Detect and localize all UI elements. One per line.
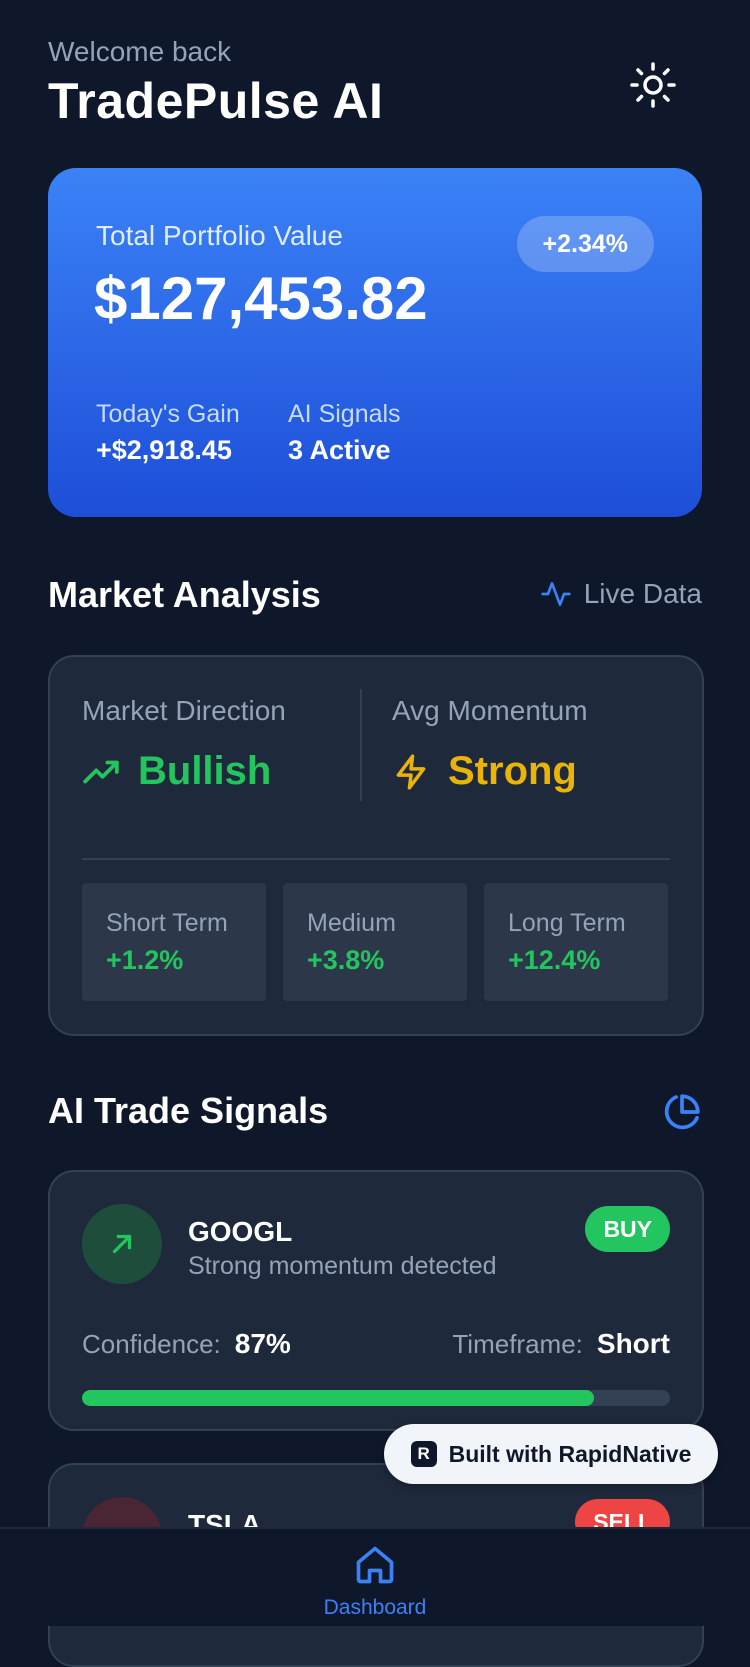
- signal-direction: [82, 1204, 162, 1284]
- term-value: +3.8%: [307, 945, 385, 975]
- timeframe-value: Short: [596, 1328, 670, 1359]
- term-long: Long Term +12.4%: [484, 883, 668, 1001]
- rapidnative-label: Built with RapidNative: [448, 1440, 692, 1467]
- theme-toggle-button[interactable]: [630, 62, 676, 108]
- arrow-up-right-icon: [112, 1234, 132, 1254]
- ai-signals-label: AI Signals: [288, 400, 401, 428]
- confidence-bar: [82, 1390, 670, 1406]
- signal-card[interactable]: GOOGL Strong momentum detected BUY Confi…: [48, 1170, 704, 1431]
- header: Welcome back TradePulse AI: [48, 36, 702, 130]
- term-label: Long Term: [508, 909, 626, 937]
- avg-momentum: Avg Momentum Strong: [392, 695, 588, 794]
- confidence-value: 87%: [234, 1328, 291, 1359]
- todays-gain-value: +$2,918.45: [96, 435, 232, 465]
- ai-signals-title: AI Trade Signals: [48, 1090, 329, 1131]
- portfolio-value: $127,453.82: [94, 265, 428, 332]
- live-data-indicator[interactable]: Live Data: [540, 578, 702, 610]
- sun-icon: [630, 62, 676, 108]
- lightning-icon: [396, 753, 426, 790]
- confidence-bar-fill: [82, 1390, 594, 1406]
- todays-gain: Today's Gain +$2,918.45: [96, 400, 240, 466]
- pie-chart-icon[interactable]: [662, 1092, 702, 1132]
- activity-icon: [541, 582, 571, 606]
- bottom-nav: Dashboard: [0, 1527, 750, 1626]
- rapidnative-logo-icon: R: [410, 1441, 437, 1467]
- term-short: Short Term +1.2%: [82, 883, 266, 1001]
- signal-action-badge: BUY: [585, 1206, 670, 1252]
- signal-meta: Confidence: 87% Timeframe: Short: [82, 1328, 670, 1360]
- signal-description: Strong momentum detected: [188, 1252, 497, 1280]
- rapidnative-badge[interactable]: R Built with RapidNative: [384, 1424, 718, 1484]
- todays-gain-label: Today's Gain: [96, 400, 240, 428]
- signal-ticker: GOOGL: [188, 1216, 293, 1247]
- term-value: +12.4%: [508, 945, 601, 975]
- welcome-text: Welcome back: [48, 36, 232, 67]
- term-medium: Medium +3.8%: [283, 883, 467, 1001]
- avg-momentum-label: Avg Momentum: [392, 695, 588, 726]
- page-title: TradePulse AI: [48, 73, 384, 129]
- market-analysis-title: Market Analysis: [48, 574, 321, 615]
- timeframe-label: Timeframe:: [452, 1329, 583, 1359]
- term-label: Medium: [307, 909, 396, 937]
- market-direction-value: Bullish: [138, 749, 272, 793]
- divider: [360, 689, 362, 801]
- market-analysis-card: Market Direction Bullish Avg Momentum St…: [48, 655, 704, 1036]
- term-value: +1.2%: [106, 945, 184, 975]
- live-data-label: Live Data: [583, 578, 702, 609]
- ai-signals-value: 3 Active: [288, 435, 391, 465]
- market-direction-label: Market Direction: [82, 695, 286, 726]
- portfolio-card[interactable]: Total Portfolio Value $127,453.82 +2.34%…: [48, 168, 702, 517]
- nav-label: Dashboard: [323, 1596, 427, 1619]
- term-label: Short Term: [106, 909, 228, 937]
- home-icon: [356, 1546, 394, 1584]
- nav-item-dashboard[interactable]: Dashboard: [320, 1543, 430, 1620]
- divider: [82, 858, 670, 860]
- portfolio-label: Total Portfolio Value: [96, 220, 343, 251]
- trending-up-icon: [83, 760, 119, 783]
- ai-signals-stat: AI Signals 3 Active: [288, 400, 401, 466]
- avg-momentum-value: Strong: [448, 749, 577, 793]
- portfolio-change-badge: +2.34%: [516, 216, 654, 272]
- market-direction: Market Direction Bullish: [82, 695, 286, 794]
- confidence-label: Confidence:: [82, 1329, 221, 1359]
